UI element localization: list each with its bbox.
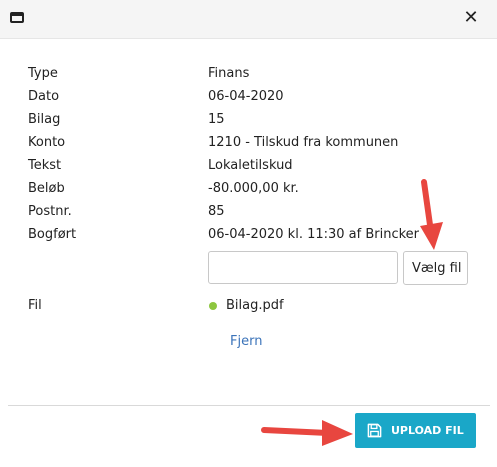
upload-file-button[interactable]: UPLOAD FIL xyxy=(355,413,476,448)
detail-value: Finans xyxy=(208,66,250,81)
detail-label: Konto xyxy=(28,135,66,150)
detail-value: -80.000,00 kr. xyxy=(208,181,299,196)
detail-value: 1210 - Tilskud fra kommunen xyxy=(208,135,399,150)
upload-button-label: UPLOAD FIL xyxy=(391,424,464,437)
file-status-dot xyxy=(209,302,217,310)
detail-label: Beløb xyxy=(28,181,65,196)
detail-value: 06-04-2020 xyxy=(208,89,284,104)
attached-file-name[interactable]: Bilag.pdf xyxy=(226,296,284,316)
arrow-down-annotation-icon xyxy=(420,179,443,250)
detail-label: Bilag xyxy=(28,112,61,127)
detail-row-text: Tekst Lokaletilskud xyxy=(0,156,497,176)
detail-label: Tekst xyxy=(28,158,62,173)
detail-value: 85 xyxy=(208,204,225,219)
detail-label: Postnr. xyxy=(28,204,72,219)
detail-value: 15 xyxy=(208,112,225,127)
detail-value: 06-04-2020 kl. 11:30 af Brincker xyxy=(208,227,420,242)
file-path-input[interactable] xyxy=(208,251,398,284)
detail-label: Type xyxy=(28,66,58,81)
footer-divider xyxy=(8,405,490,406)
detail-label: Bogført xyxy=(28,227,77,242)
save-icon xyxy=(367,423,382,438)
dialog-titlebar: ✕ xyxy=(0,0,497,39)
detail-label: Dato xyxy=(28,89,60,104)
attachment-label: Fil xyxy=(28,298,42,313)
arrow-right-annotation-icon xyxy=(261,420,353,446)
detail-row-date: Dato 06-04-2020 xyxy=(0,87,497,107)
detail-row-type: Type Finans xyxy=(0,64,497,84)
file-upload-dialog: ✕ Type Finans Dato 06-04-2020 Bilag 15 K… xyxy=(0,0,497,467)
window-icon xyxy=(10,12,24,23)
choose-file-button[interactable]: Vælg fil xyxy=(403,251,468,285)
detail-row-voucher: Bilag 15 xyxy=(0,110,497,130)
close-icon[interactable]: ✕ xyxy=(461,8,481,28)
detail-value: Lokaletilskud xyxy=(208,158,293,173)
detail-row-account: Konto 1210 - Tilskud fra kommunen xyxy=(0,133,497,153)
remove-file-link[interactable]: Fjern xyxy=(230,332,262,352)
